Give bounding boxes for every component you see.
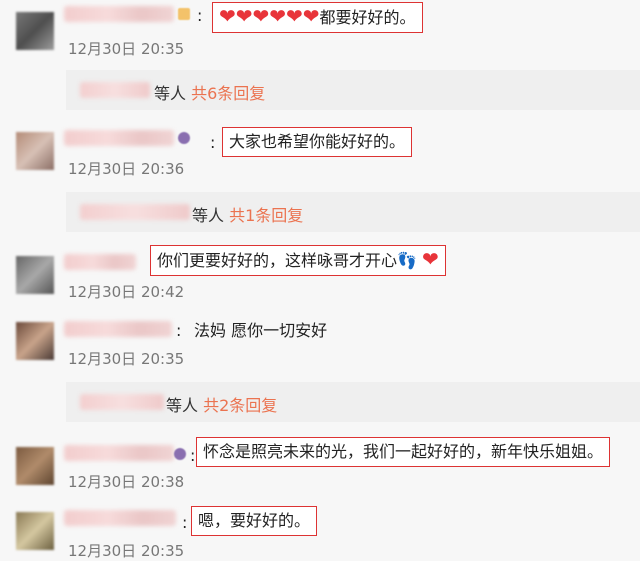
reply-summary[interactable]: 等人 共1条回复 <box>192 202 303 226</box>
timestamp: 12月30日 20:35 <box>68 40 185 58</box>
comment-text: ❤❤❤❤❤❤都要好好的。 <box>212 2 423 33</box>
username-blurred[interactable] <box>64 254 136 270</box>
reply-summary[interactable]: 等人 共2条回复 <box>166 392 277 416</box>
reply-count-link[interactable]: 共6条回复 <box>191 84 265 103</box>
avatar[interactable] <box>16 512 54 550</box>
colon: : <box>210 133 216 152</box>
reply-prefix: 等人 <box>192 206 225 225</box>
colon: : <box>197 6 203 25</box>
reply-prefix: 等人 <box>154 84 187 103</box>
username-blurred[interactable] <box>64 6 174 22</box>
reply-users-blurred <box>80 82 150 98</box>
avatar-badge-icon <box>178 132 190 144</box>
reply-count-link[interactable]: 共2条回复 <box>203 396 277 415</box>
avatar[interactable] <box>16 256 54 294</box>
footprint-emoji: 👣 <box>397 251 417 270</box>
comment-text: 嗯，要好好的。 <box>191 506 318 536</box>
timestamp: 12月30日 20:36 <box>68 160 185 178</box>
username-blurred[interactable] <box>64 130 174 146</box>
reply-bar[interactable]: 等人 共2条回复 <box>66 382 640 422</box>
colon: : <box>176 321 182 340</box>
timestamp: 12月30日 20:42 <box>68 283 185 301</box>
comment-text: 你们更要好好的，这样咏哥才开心👣 ❤ <box>150 245 446 276</box>
comment-text: 怀念是照亮未来的光，我们一起好好的，新年快乐姐姐。 <box>196 437 611 467</box>
colon: : <box>182 513 188 532</box>
username-blurred[interactable] <box>64 445 174 461</box>
timestamp: 12月30日 20:35 <box>68 350 185 368</box>
avatar[interactable] <box>16 132 54 170</box>
reply-summary[interactable]: 等人 共6条回复 <box>154 80 265 104</box>
timestamp: 12月30日 20:35 <box>68 542 185 560</box>
heart-icon: ❤❤❤❤❤❤ <box>219 4 320 28</box>
heart-icon: ❤ <box>422 247 439 271</box>
reply-bar[interactable]: 等人 共6条回复 <box>66 70 640 110</box>
avatar[interactable] <box>16 12 54 50</box>
reply-count-link[interactable]: 共1条回复 <box>229 206 303 225</box>
colon: : <box>190 446 196 465</box>
avatar[interactable] <box>16 447 54 485</box>
username-blurred[interactable] <box>64 321 172 337</box>
comment-text-suffix: 都要好好的。 <box>319 8 416 27</box>
reply-users-blurred <box>80 204 190 220</box>
vip-badge-icon <box>178 8 190 20</box>
reply-prefix: 等人 <box>166 396 199 415</box>
avatar-badge-icon <box>174 448 186 460</box>
reply-bar[interactable]: 等人 共1条回复 <box>66 192 640 232</box>
comment-text: 法妈 愿你一切安好 <box>194 321 328 340</box>
comment-text: 大家也希望你能好好的。 <box>222 127 413 157</box>
username-blurred[interactable] <box>64 510 176 526</box>
avatar[interactable] <box>16 322 54 360</box>
comment-text-body: 你们更要好好的，这样咏哥才开心 <box>157 251 398 270</box>
reply-users-blurred <box>80 394 164 410</box>
timestamp: 12月30日 20:38 <box>68 473 185 491</box>
